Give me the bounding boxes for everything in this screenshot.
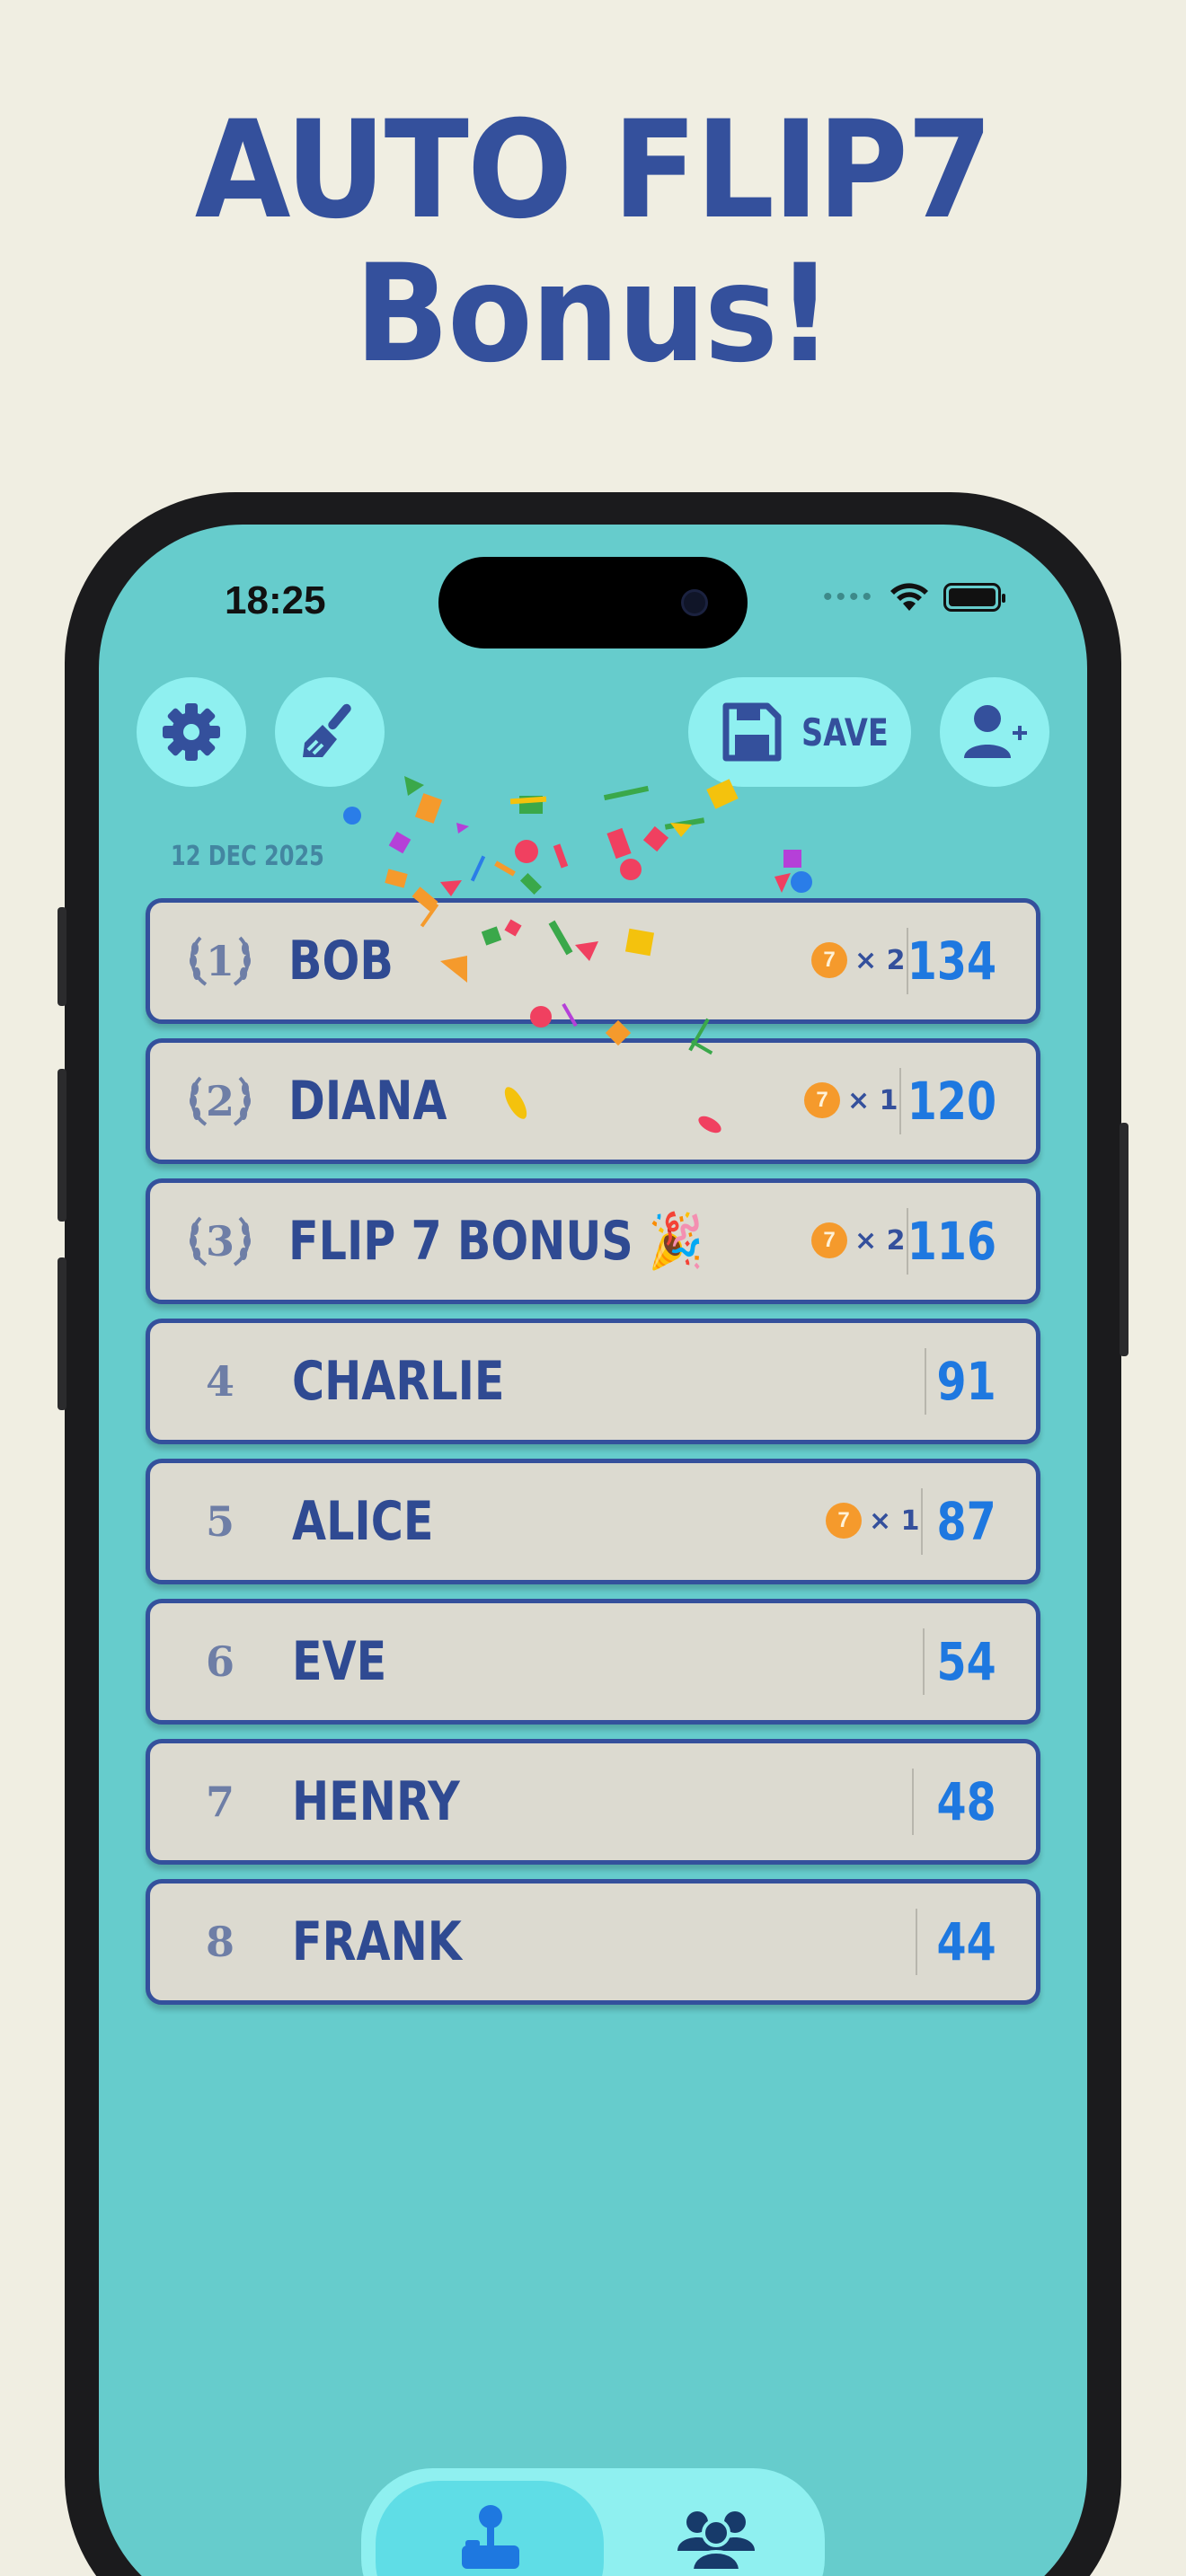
bonus-indicator: 7 × 1 <box>826 1503 919 1539</box>
player-row[interactable]: 4 CHARLIE 91 <box>146 1319 1040 1444</box>
bonus-multiplier: × 1 <box>847 1084 898 1116</box>
divider <box>921 1488 923 1555</box>
rank-number: 3 <box>205 1217 235 1266</box>
player-name: ALICE <box>292 1490 434 1553</box>
add-user-icon <box>964 705 1027 758</box>
rank-number: 7 <box>205 1778 235 1826</box>
side-button <box>58 1069 66 1222</box>
divider <box>912 1769 914 1835</box>
tab-game[interactable] <box>376 2481 604 2576</box>
player-score: 120 <box>907 1071 996 1132</box>
player-name: BOB <box>288 930 394 992</box>
tab-players[interactable] <box>622 2481 810 2576</box>
seven-coin-icon: 7 <box>811 942 847 978</box>
rank-number: 8 <box>205 1918 235 1966</box>
bonus-multiplier: × 1 <box>869 1504 920 1537</box>
bonus-indicator: 7 × 1 <box>804 1082 898 1118</box>
save-button[interactable]: SAVE <box>688 677 911 787</box>
player-row[interactable]: 7 HENRY 48 <box>146 1739 1040 1865</box>
player-score: 134 <box>907 931 996 992</box>
floppy-disk-icon <box>722 702 782 762</box>
seven-coin-icon: 7 <box>826 1503 862 1539</box>
player-row[interactable]: 1 BOB 7 × 2 134 <box>146 898 1040 1024</box>
player-score: 91 <box>936 1351 996 1412</box>
player-row[interactable]: 3 FLIP 7 BONUS 🎉 7 × 2 116 <box>146 1178 1040 1304</box>
player-name: DIANA <box>288 1070 447 1133</box>
brush-icon <box>303 703 351 757</box>
rank-badge: 8 <box>184 1883 256 2000</box>
rank-badge: 1 <box>184 903 256 1019</box>
clear-button[interactable] <box>275 677 385 787</box>
player-score: 54 <box>936 1631 996 1692</box>
player-name: CHARLIE <box>292 1350 505 1413</box>
game-date: 12 DEC 2025 <box>171 841 324 872</box>
side-button <box>58 1257 66 1410</box>
headline-line-2: Bonus! <box>354 236 833 393</box>
player-name: FLIP 7 BONUS 🎉 <box>288 1210 704 1273</box>
rank-number: 5 <box>205 1497 235 1546</box>
headline-line-1: AUTO FLIP7 <box>194 93 993 249</box>
bonus-multiplier: × 2 <box>854 1224 906 1257</box>
rank-badge: 6 <box>184 1603 256 1720</box>
rank-badge: 7 <box>184 1743 256 1860</box>
dynamic-island <box>438 557 748 648</box>
save-label: SAVE <box>801 710 889 754</box>
player-score: 48 <box>936 1771 996 1832</box>
camera-icon <box>681 589 708 616</box>
rank-number: 6 <box>205 1637 235 1686</box>
divider <box>925 1348 926 1415</box>
player-row[interactable]: 5 ALICE 7 × 1 87 <box>146 1459 1040 1584</box>
bottom-tab-bar <box>361 2468 825 2576</box>
rank-number: 4 <box>205 1357 235 1406</box>
player-name: FRANK <box>292 1910 462 1973</box>
bonus-indicator: 7 × 2 <box>811 942 905 978</box>
player-row[interactable]: 6 EVE 54 <box>146 1599 1040 1725</box>
signal-icon: •••• <box>822 582 875 612</box>
divider <box>923 1628 925 1695</box>
player-name: EVE <box>292 1630 387 1693</box>
player-row[interactable]: 2 DIANA 7 × 1 120 <box>146 1038 1040 1164</box>
wifi-icon <box>890 583 928 611</box>
battery-icon <box>943 583 1005 612</box>
status-icons: •••• <box>822 582 1005 613</box>
add-player-button[interactable] <box>940 677 1049 787</box>
rank-badge: 5 <box>184 1463 256 1580</box>
player-name: HENRY <box>292 1770 460 1833</box>
people-icon <box>677 2511 755 2569</box>
side-button <box>1120 1123 1128 1356</box>
divider <box>916 1909 917 1975</box>
settings-button[interactable] <box>137 677 246 787</box>
player-score: 44 <box>936 1911 996 1972</box>
rank-number: 2 <box>205 1077 235 1125</box>
rank-badge: 4 <box>184 1323 256 1440</box>
rank-number: 1 <box>205 937 235 985</box>
player-row[interactable]: 8 FRANK 44 <box>146 1879 1040 2005</box>
gear-icon <box>163 703 220 761</box>
side-button <box>58 907 66 1006</box>
status-time: 18:25 <box>225 578 326 622</box>
player-score: 87 <box>936 1491 996 1552</box>
rank-badge: 3 <box>184 1183 256 1300</box>
bonus-multiplier: × 2 <box>854 944 906 976</box>
app-screen: 18:25 •••• SAVE 12 DEC 2025 1 BOB 7 × 2 … <box>99 525 1087 2576</box>
seven-coin-icon: 7 <box>804 1082 840 1118</box>
joystick-icon <box>462 2505 519 2569</box>
rank-badge: 2 <box>184 1043 256 1160</box>
seven-coin-icon: 7 <box>811 1222 847 1258</box>
divider <box>899 1068 901 1134</box>
bonus-indicator: 7 × 2 <box>811 1222 905 1258</box>
promo-headline: AUTO FLIP7 Bonus! <box>48 99 1138 386</box>
player-score: 116 <box>907 1211 996 1272</box>
